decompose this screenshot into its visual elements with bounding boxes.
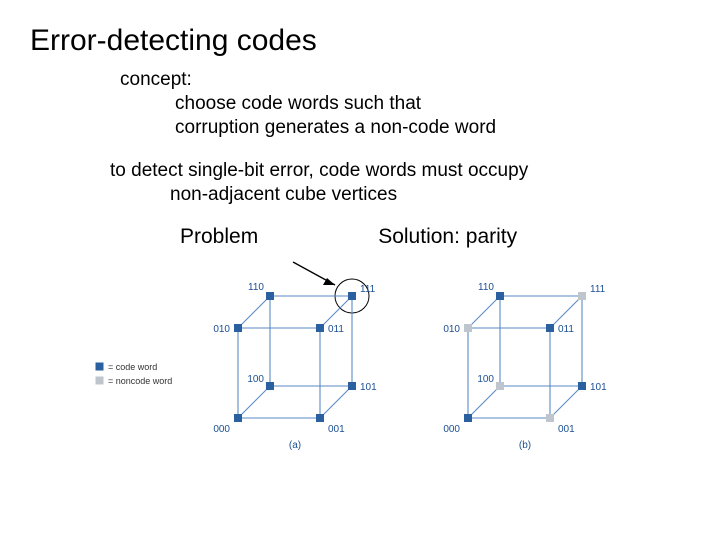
concept-line-1: choose code words such that [175,92,690,116]
vertex-010 [465,324,472,331]
vertex-label-100: 100 [477,374,494,385]
legend-noncode-text: = noncode word [108,376,172,386]
vertex-label-101: 101 [360,382,377,393]
vertex-label-010: 010 [443,324,460,335]
cube-a: 000 001 100 101 010 011 110 111 (a) [213,282,377,451]
cube-b: 000 001 100 101 010 011 110 111 (b) [443,282,607,451]
concept-label: concept: [120,68,690,92]
vertex-label-001: 001 [328,424,345,435]
vertex-000 [235,414,242,421]
concept-block: concept: choose code words such that cor… [120,68,690,139]
vertex-label-011: 011 [558,324,574,335]
vertex-label-101: 101 [590,382,607,393]
vertex-110 [267,292,274,299]
slide-title: Error-detecting codes [30,24,690,58]
legend: = code word = noncode word [96,362,172,386]
vertex-101 [579,382,586,389]
vertex-011 [547,324,554,331]
vertex-111 [579,292,586,299]
vertex-label-110: 110 [478,282,494,293]
legend-code-text: = code word [108,362,157,372]
detect-line-1: to detect single-bit error, code words m… [110,159,690,183]
label-problem: Problem [180,225,258,249]
vertex-001 [317,414,324,421]
label-solution: Solution: parity [378,225,517,249]
detect-block: to detect single-bit error, code words m… [110,159,690,207]
vertex-001 [547,414,554,421]
vertex-label-110: 110 [248,282,264,293]
concept-line-2: corruption generates a non-code word [175,116,690,140]
vertex-label-011: 011 [328,324,344,335]
vertex-000 [465,414,472,421]
cube-caption: (b) [519,440,531,451]
cube-caption: (a) [289,440,301,451]
vertex-110 [497,292,504,299]
vertex-101 [349,382,356,389]
vertex-010 [235,324,242,331]
vertex-label-111: 111 [360,284,376,295]
vertex-label-111: 111 [590,284,606,295]
vertex-label-100: 100 [247,374,264,385]
problem-annotation [293,262,369,313]
vertex-111 [349,292,356,299]
vertex-label-000: 000 [443,424,460,435]
cube-svg: = code word = noncode word 0000011001010… [90,253,650,473]
vertex-label-001: 001 [558,424,575,435]
vertex-label-010: 010 [213,324,230,335]
cube-figure: = code word = noncode word 0000011001010… [90,253,690,473]
vertex-011 [317,324,324,331]
subfigure-labels: Problem Solution: parity [30,225,690,249]
vertex-100 [497,382,504,389]
detect-line-2: non-adjacent cube vertices [170,183,690,207]
vertex-label-000: 000 [213,424,230,435]
vertex-100 [267,382,274,389]
